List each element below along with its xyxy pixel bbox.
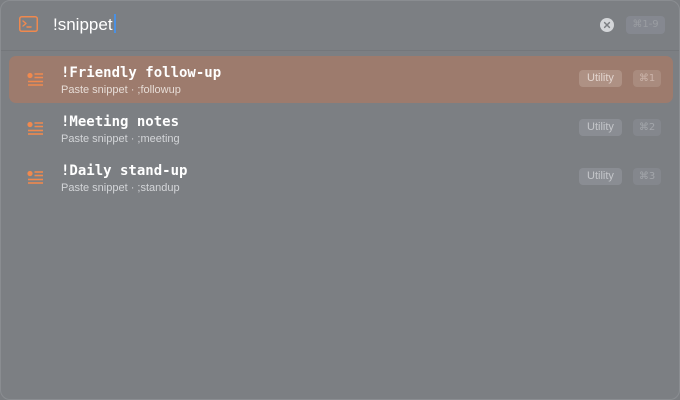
text-caret [113, 14, 116, 33]
result-title: !Daily stand-up [61, 163, 188, 179]
result-row[interactable]: !Friendly follow-up Paste snippet · ;fol… [9, 56, 673, 103]
category-tag: Utility [579, 119, 622, 136]
shortcut-badge: ⌘2 [633, 119, 661, 136]
snippet-icon [27, 72, 43, 86]
snippet-icon [27, 121, 43, 135]
result-subtitle: Paste snippet · ;standup [61, 182, 180, 194]
search-input[interactable]: !snippet [53, 14, 116, 36]
launcher-window: !snippet ⌘1-9 !Friendly follow-up Paste … [0, 0, 680, 400]
shortcut-badge: ⌘1 [633, 70, 661, 87]
search-query-text: !snippet [53, 15, 113, 34]
result-title: !Friendly follow-up [61, 65, 222, 81]
result-row[interactable]: !Meeting notes Paste snippet · ;meeting … [9, 105, 673, 152]
shortcut-badge: ⌘3 [633, 168, 661, 185]
snippet-icon [27, 170, 43, 184]
search-bar: !snippet ⌘1-9 [1, 1, 679, 51]
clear-icon[interactable] [600, 18, 614, 32]
result-subtitle: Paste snippet · ;meeting [61, 133, 180, 145]
category-tag: Utility [579, 70, 622, 87]
range-shortcut-badge: ⌘1-9 [626, 16, 665, 34]
results-list: !Friendly follow-up Paste snippet · ;fol… [9, 56, 673, 203]
result-subtitle: Paste snippet · ;followup [61, 84, 181, 96]
terminal-icon [19, 16, 38, 32]
category-tag: Utility [579, 168, 622, 185]
result-row[interactable]: !Daily stand-up Paste snippet · ;standup… [9, 154, 673, 201]
result-title: !Meeting notes [61, 114, 180, 130]
